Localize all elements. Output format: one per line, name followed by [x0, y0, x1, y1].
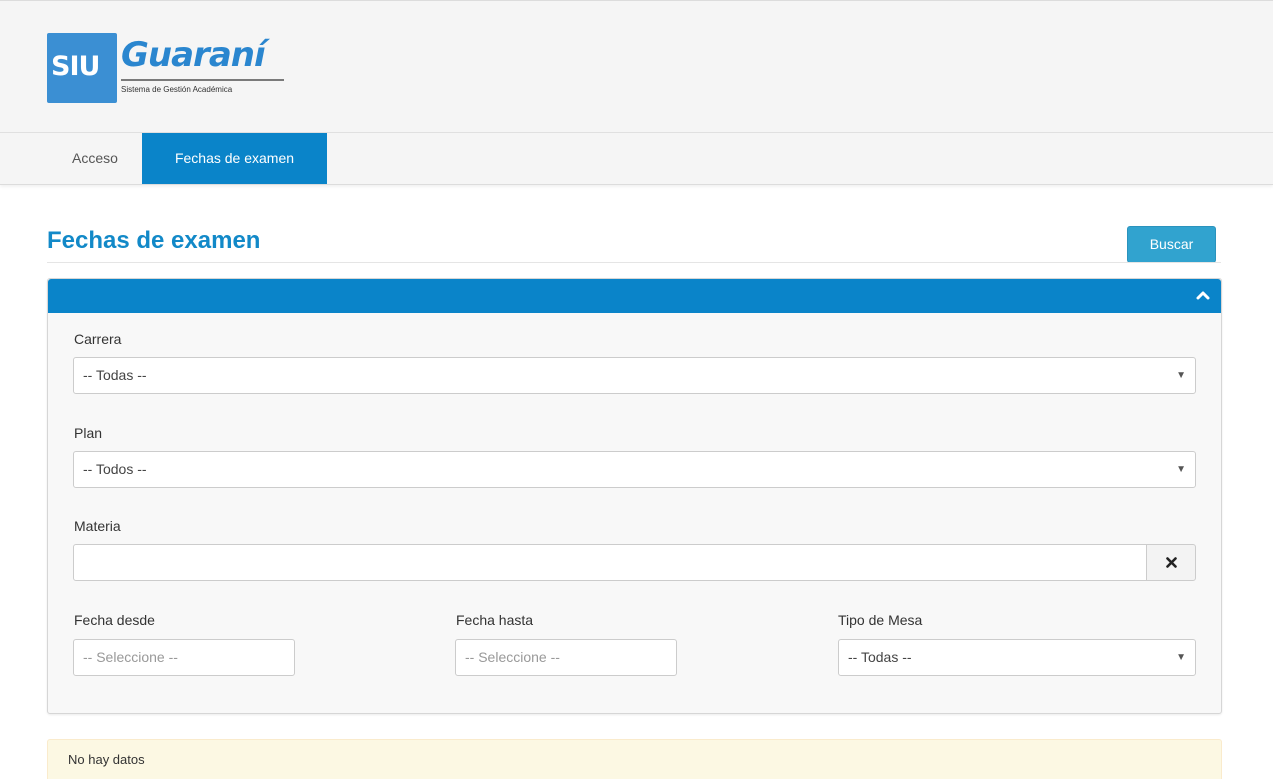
- logo-mark-text: SIU: [51, 51, 100, 82]
- tipo-mesa-select[interactable]: -- Todas -- ▼: [838, 639, 1196, 676]
- fecha-hasta-input[interactable]: -- Seleccione --: [455, 639, 677, 676]
- search-button[interactable]: Buscar: [1127, 226, 1216, 263]
- caret-down-icon: ▼: [1176, 652, 1186, 663]
- carrera-select-value: -- Todas --: [83, 367, 147, 383]
- tipo-mesa-select-value: -- Todas --: [848, 649, 912, 665]
- page-title: Fechas de examen: [47, 227, 261, 254]
- carrera-select[interactable]: -- Todas -- ▼: [73, 357, 1196, 394]
- caret-down-icon: ▼: [1176, 370, 1186, 381]
- no-results-message: No hay datos: [68, 752, 145, 767]
- materia-input[interactable]: [73, 544, 1147, 581]
- logo-subtitle: Sistema de Gestión Académica: [121, 85, 233, 94]
- plan-select-value: -- Todos --: [83, 461, 147, 477]
- nav-item-fechas-de-examen[interactable]: Fechas de examen: [142, 133, 327, 184]
- tipo-mesa-label: Tipo de Mesa: [838, 612, 923, 628]
- title-divider: [47, 262, 1221, 263]
- clear-materia-button[interactable]: [1146, 544, 1196, 581]
- main-nav: Acceso Fechas de examen: [0, 133, 1273, 185]
- plan-select[interactable]: -- Todos -- ▼: [73, 451, 1196, 488]
- close-icon: [1166, 557, 1177, 568]
- logo-mark: SIU: [47, 33, 117, 103]
- logo-name: Guaraní: [121, 35, 266, 75]
- chevron-up-icon[interactable]: [1193, 286, 1213, 306]
- fecha-desde-input[interactable]: -- Seleccione --: [73, 639, 295, 676]
- caret-down-icon: ▼: [1176, 464, 1186, 475]
- plan-label: Plan: [74, 425, 103, 441]
- siu-guarani-logo[interactable]: SIU Guaraní Sistema de Gestión Académica: [47, 33, 287, 103]
- no-results-alert: No hay datos: [47, 739, 1222, 779]
- page-header: SIU Guaraní Sistema de Gestión Académica: [0, 0, 1273, 133]
- nav-item-acceso[interactable]: Acceso: [48, 133, 142, 184]
- carrera-label: Carrera: [74, 331, 122, 347]
- logo-divider: [121, 79, 284, 81]
- filter-panel-header[interactable]: [48, 279, 1221, 313]
- fecha-hasta-label: Fecha hasta: [456, 612, 534, 628]
- materia-label: Materia: [74, 518, 121, 534]
- fecha-desde-label: Fecha desde: [74, 612, 155, 628]
